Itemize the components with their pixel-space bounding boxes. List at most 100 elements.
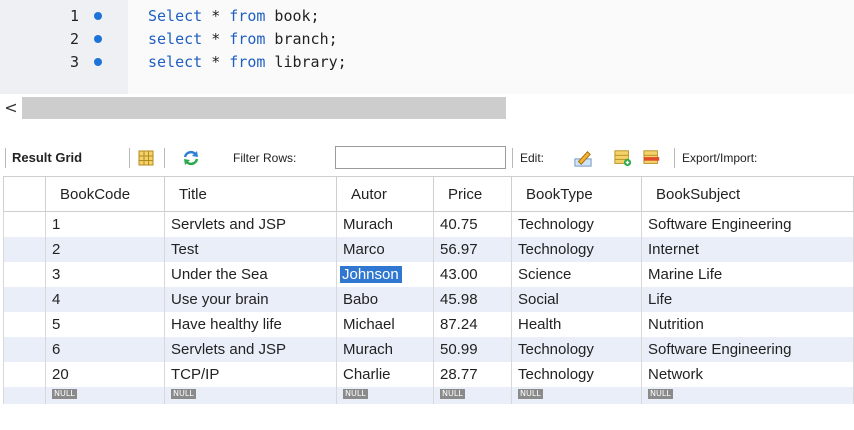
cell-booktype[interactable]: Technology [511,362,642,387]
table-row[interactable]: 4 Use your brain Babo 45.98 Social Life [3,287,854,312]
column-header-booktype[interactable]: BookType [511,176,642,212]
cell-price[interactable]: 40.75 [433,211,512,237]
statement-marker-icon [94,12,102,20]
cell-title[interactable]: Have healthy life [164,312,337,337]
cell-price[interactable]: 56.97 [433,237,512,262]
result-toolbar: Result Grid Filter Rows: Edit: Export/Im… [0,139,854,177]
filter-rows-input[interactable] [335,146,506,169]
column-header-booksubject[interactable]: BookSubject [641,176,854,212]
cell-autor[interactable]: Charlie [336,362,434,387]
horizontal-scrollbar[interactable]: < [0,96,854,120]
table-row[interactable]: 6 Servlets and JSP Murach 50.99 Technolo… [3,337,854,362]
cell-title[interactable]: Under the Sea [164,262,337,287]
cell-bookcode[interactable]: 3 [45,262,165,287]
code-text: select * from branch; [148,30,338,48]
cell-bookcode[interactable]: 1 [45,211,165,237]
cell-booktype[interactable]: Social [511,287,642,312]
cell-price[interactable]: 43.00 [433,262,512,287]
table-row[interactable]: 1 Servlets and JSP Murach 40.75 Technolo… [3,211,854,237]
null-cell[interactable]: NULL [164,387,337,404]
cell-booktype[interactable]: Technology [511,211,642,237]
column-header-price[interactable]: Price [433,176,512,212]
null-cell[interactable]: NULL [336,387,434,404]
cell-price[interactable]: 45.98 [433,287,512,312]
refresh-icon[interactable] [182,149,200,167]
grid-view-icon[interactable] [137,149,155,167]
row-header[interactable] [3,362,46,387]
statement-marker-icon [94,35,102,43]
cell-booktype[interactable]: Technology [511,337,642,362]
scroll-left-icon[interactable]: < [3,98,19,118]
cell-title[interactable]: Test [164,237,337,262]
cell-bookcode[interactable]: 5 [45,312,165,337]
delete-row-icon[interactable] [643,149,661,167]
result-table: BookCode Title Autor Price BookType Book… [3,176,854,404]
cell-booksubject[interactable]: Marine Life [641,262,854,287]
result-grid-tab[interactable]: Result Grid [12,139,82,177]
column-header-autor[interactable]: Autor [336,176,434,212]
table-row[interactable]: 20 TCP/IP Charlie 28.77 Technology Netwo… [3,362,854,387]
export-import-label[interactable]: Export/Import: [682,139,757,177]
row-header[interactable] [3,237,46,262]
toolbar-divider [164,148,165,168]
cell-bookcode[interactable]: 20 [45,362,165,387]
table-row[interactable]: 5 Have healthy life Michael 87.24 Health… [3,312,854,337]
line-gutter [0,0,128,94]
cell-booksubject[interactable]: Software Engineering [641,211,854,237]
table-row[interactable]: 2 Test Marco 56.97 Technology Internet [3,237,854,262]
column-header-bookcode[interactable]: BookCode [45,176,165,212]
cell-autor[interactable]: Babo [336,287,434,312]
cell-autor[interactable]: Marco [336,237,434,262]
cell-booktype[interactable]: Health [511,312,642,337]
cell-autor[interactable]: Murach [336,211,434,237]
null-cell[interactable]: NULL [641,387,854,404]
cell-title[interactable]: TCP/IP [164,362,337,387]
cell-title[interactable]: Servlets and JSP [164,211,337,237]
scrollbar-thumb[interactable] [22,97,506,119]
row-header[interactable] [3,262,46,287]
cell-price[interactable]: 50.99 [433,337,512,362]
sql-editor[interactable]: 1 Select * from book; 2 select * from br… [0,0,854,94]
null-cell[interactable]: NULL [511,387,642,404]
cell-autor[interactable]: Michael [336,312,434,337]
filter-rows-label: Filter Rows: [233,151,297,165]
cell-autor-selected[interactable]: Johnson [336,262,434,287]
cell-booksubject[interactable]: Nutrition [641,312,854,337]
toolbar-divider [5,148,6,168]
result-grid[interactable]: BookCode Title Autor Price BookType Book… [3,176,854,430]
cell-title[interactable]: Servlets and JSP [164,337,337,362]
column-header-title[interactable]: Title [164,176,337,212]
cell-booksubject[interactable]: Internet [641,237,854,262]
cell-title[interactable]: Use your brain [164,287,337,312]
row-header[interactable] [3,387,46,404]
selected-cell-text: Johnson [340,266,402,283]
null-badge: NULL [518,389,543,399]
row-header[interactable] [3,287,46,312]
toolbar-divider [129,148,130,168]
cell-booktype[interactable]: Technology [511,237,642,262]
cell-booksubject[interactable]: Network [641,362,854,387]
row-header[interactable] [3,337,46,362]
cell-autor[interactable]: Murach [336,337,434,362]
cell-booktype[interactable]: Science [511,262,642,287]
code-text: select * from library; [148,53,347,71]
null-cell[interactable]: NULL [45,387,165,404]
cell-bookcode[interactable]: 6 [45,337,165,362]
new-row[interactable]: NULL NULL NULL NULL NULL NULL [3,387,854,404]
add-row-icon[interactable] [614,149,632,167]
row-header[interactable] [3,312,46,337]
table-row[interactable]: 3 Under the Sea Johnson 43.00 Science Ma… [3,262,854,287]
null-cell[interactable]: NULL [433,387,512,404]
row-header-corner [3,176,46,212]
edit-cell-icon[interactable] [574,149,592,167]
null-badge: NULL [440,389,465,399]
cell-price[interactable]: 28.77 [433,362,512,387]
statement-marker-icon [94,58,102,66]
row-header[interactable] [3,211,46,237]
cell-price[interactable]: 87.24 [433,312,512,337]
cell-booksubject[interactable]: Software Engineering [641,337,854,362]
null-badge: NULL [343,389,368,399]
cell-booksubject[interactable]: Life [641,287,854,312]
cell-bookcode[interactable]: 4 [45,287,165,312]
cell-bookcode[interactable]: 2 [45,237,165,262]
